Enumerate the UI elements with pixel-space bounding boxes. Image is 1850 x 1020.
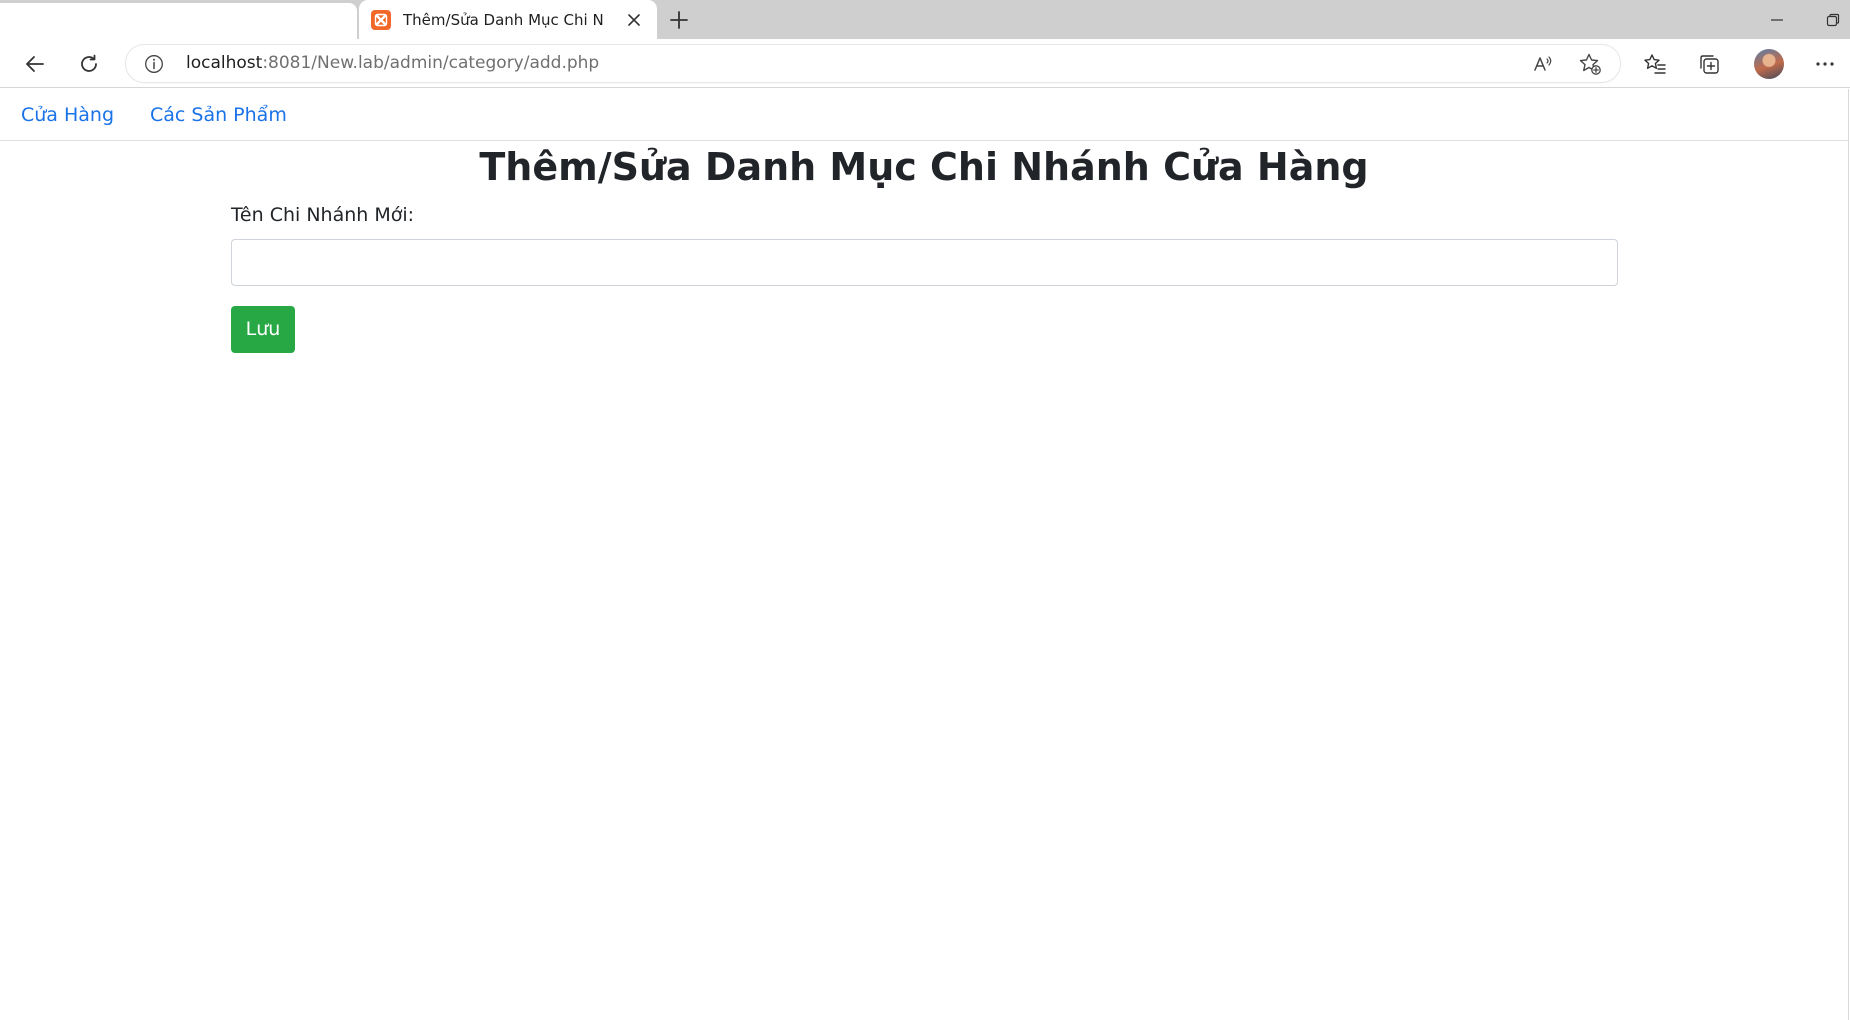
save-button[interactable]: Lưu xyxy=(231,306,295,353)
profile-avatar[interactable] xyxy=(1754,49,1784,79)
collections-icon[interactable] xyxy=(1692,48,1726,80)
inactive-tab-area[interactable] xyxy=(0,3,357,39)
new-tab-plus-icon[interactable] xyxy=(665,6,693,34)
add-favorite-icon[interactable] xyxy=(1577,51,1603,77)
xampp-favicon-icon xyxy=(371,10,391,30)
address-url[interactable]: localhost:8081/New.lab/admin/category/ad… xyxy=(186,45,599,82)
tab-title: Thêm/Sửa Danh Mục Chi Nhánh xyxy=(403,11,603,29)
page-title: Thêm/Sửa Danh Mục Chi Nhánh Cửa Hàng xyxy=(479,145,1369,189)
tab-strip: Thêm/Sửa Danh Mục Chi Nhánh xyxy=(0,0,1850,39)
nav-link-cac-san-pham[interactable]: Các Sản Phẩm xyxy=(150,102,287,128)
favorites-icon[interactable] xyxy=(1638,48,1672,80)
tab-close-icon[interactable] xyxy=(623,9,645,31)
browser-tab-active[interactable]: Thêm/Sửa Danh Mục Chi Nhánh xyxy=(359,0,657,39)
branch-name-label: Tên Chi Nhánh Mới: xyxy=(231,204,415,226)
url-host: localhost xyxy=(186,53,263,73)
nav-link-cua-hang[interactable]: Cửa Hàng xyxy=(21,102,114,128)
back-arrow-icon[interactable] xyxy=(18,48,52,80)
browser-toolbar: localhost:8081/New.lab/admin/category/ad… xyxy=(0,39,1850,88)
address-bar[interactable]: localhost:8081/New.lab/admin/category/ad… xyxy=(126,45,1620,82)
read-aloud-icon[interactable] xyxy=(1530,51,1556,77)
branch-name-input[interactable] xyxy=(231,239,1618,286)
more-icon[interactable] xyxy=(1808,48,1842,80)
url-path: :8081/New.lab/admin/category/add.php xyxy=(262,53,600,73)
reload-icon[interactable] xyxy=(72,48,106,80)
window-minimize-icon[interactable] xyxy=(1763,6,1791,34)
page-viewport: Cửa Hàng Các Sản Phẩm Thêm/Sửa Danh Mục … xyxy=(0,89,1850,1020)
site-info-icon[interactable] xyxy=(144,54,164,74)
window-restore-icon[interactable] xyxy=(1819,6,1847,34)
site-navbar: Cửa Hàng Các Sản Phẩm xyxy=(0,89,1848,141)
page-edge-divider xyxy=(1848,89,1849,1020)
